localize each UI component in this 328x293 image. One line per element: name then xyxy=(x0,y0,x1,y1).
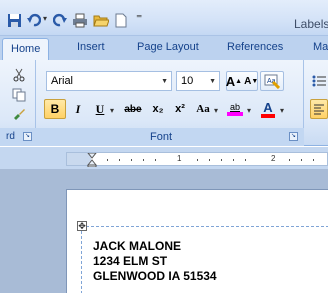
font-color-button[interactable]: A xyxy=(258,99,278,119)
subscript-button[interactable]: x₂ xyxy=(148,99,168,119)
clipboard-label: rd xyxy=(6,131,15,142)
ruler-tick xyxy=(221,159,222,161)
address-block[interactable]: JACK MALONE 1234 ELM ST GLENWOOD IA 5153… xyxy=(93,239,217,284)
horizontal-ruler[interactable]: 1 2 xyxy=(66,152,328,168)
undo-dropdown-icon[interactable]: ▾ xyxy=(43,14,47,23)
clear-formatting-button[interactable]: Aa xyxy=(260,71,284,91)
font-name-value: Arial xyxy=(51,75,74,87)
new-document-icon[interactable] xyxy=(114,12,128,28)
ruler-tick xyxy=(209,159,210,161)
change-case-dropdown-icon[interactable]: ▾ xyxy=(214,106,218,115)
ruler-tick xyxy=(301,159,302,161)
window-title: Labels xyxy=(294,17,328,31)
undo-icon[interactable] xyxy=(27,12,41,28)
document-page[interactable]: ✥ JACK MALONE 1234 ELM ST GLENWOOD IA 51… xyxy=(66,189,328,293)
print-icon[interactable] xyxy=(72,12,88,28)
highlight-color-swatch xyxy=(227,112,243,116)
tab-insert[interactable]: Insert xyxy=(77,41,105,53)
font-size-value: 10 xyxy=(181,75,194,87)
font-name-combo[interactable]: Arial ▼ xyxy=(46,71,172,91)
clipboard-dialog-launcher-icon[interactable]: ↘ xyxy=(23,132,32,141)
ruler-number: 1 xyxy=(177,154,182,163)
label-table-cell[interactable]: ✥ JACK MALONE 1234 ELM ST GLENWOOD IA 51… xyxy=(77,221,328,293)
cut-icon[interactable] xyxy=(10,66,28,84)
font-size-combo[interactable]: 10 ▼ xyxy=(176,71,220,91)
ruler-tick xyxy=(143,159,144,161)
font-color-label: A xyxy=(263,99,273,115)
ribbon-tabs: Home Insert Page Layout References Ma xyxy=(0,36,328,61)
save-icon[interactable] xyxy=(6,12,22,28)
address-line: JACK MALONE xyxy=(93,239,182,253)
ruler-tick xyxy=(313,159,314,161)
font-group-footer: Font ↘ xyxy=(36,128,304,146)
underline-button[interactable]: U xyxy=(90,99,110,119)
ribbon: rd ↘ Arial ▼ 10 ▼ A ▲ A ▼ Aa B I U ▾ abe x… xyxy=(0,60,328,146)
ruler-area: 1 2 xyxy=(0,147,328,169)
chevron-down-icon[interactable]: ▼ xyxy=(209,78,216,85)
italic-button[interactable]: I xyxy=(68,99,88,119)
format-painter-icon[interactable] xyxy=(10,106,28,124)
clipboard-group-label: rd ↘ xyxy=(0,128,36,146)
quick-access-toolbar: ▾ ⁼ Labels xyxy=(0,0,328,36)
tab-page-layout[interactable]: Page Layout xyxy=(137,41,199,53)
ruler-tick xyxy=(245,159,246,161)
ruler-tick xyxy=(233,159,234,161)
table-move-handle-icon[interactable]: ✥ xyxy=(77,221,87,231)
ruler-number: 2 xyxy=(271,154,276,163)
font-group-label: Font xyxy=(149,131,172,143)
grow-arrow-icon: ▲ xyxy=(235,77,243,85)
ruler-tick xyxy=(197,159,198,161)
tab-home[interactable]: Home xyxy=(2,38,50,61)
tab-mailings[interactable]: Ma xyxy=(313,41,328,53)
bullets-icon[interactable] xyxy=(310,71,328,91)
clear-formatting-icon: Aa xyxy=(264,74,280,89)
bold-button[interactable]: B xyxy=(44,99,66,119)
tab-references[interactable]: References xyxy=(227,41,283,53)
font-color-swatch xyxy=(261,113,275,118)
ruler-tick xyxy=(131,159,132,161)
font-dialog-launcher-icon[interactable]: ↘ xyxy=(289,132,298,141)
document-workspace: ✥ JACK MALONE 1234 ELM ST GLENWOOD IA 51… xyxy=(0,169,328,293)
font-group: Arial ▼ 10 ▼ A ▲ A ▼ Aa B I U ▾ abe x₂ x² … xyxy=(36,60,304,146)
shrink-font-button[interactable]: A xyxy=(244,76,251,87)
change-case-button[interactable]: Aa xyxy=(192,99,214,119)
superscript-button[interactable]: x² xyxy=(170,99,190,119)
ruler-tick xyxy=(119,159,120,161)
grow-font-button[interactable]: A xyxy=(226,74,235,89)
font-color-dropdown-icon[interactable]: ▾ xyxy=(280,106,284,115)
customize-toolbar-icon[interactable]: ⁼ xyxy=(136,11,142,25)
ruler-tick xyxy=(107,159,108,161)
ruler-tick xyxy=(155,159,156,161)
indent-marker-icon[interactable] xyxy=(86,152,98,168)
copy-icon[interactable] xyxy=(10,86,28,104)
address-line: 1234 ELM ST xyxy=(93,254,168,268)
address-line: GLENWOOD IA 51534 xyxy=(93,269,217,283)
open-icon[interactable] xyxy=(93,12,109,28)
align-left-icon[interactable] xyxy=(310,99,328,119)
grow-shrink-font-buttons: A ▲ A ▼ xyxy=(226,71,258,91)
underline-dropdown-icon[interactable]: ▾ xyxy=(110,106,114,115)
ruler-tick xyxy=(289,159,290,161)
text-highlight-button[interactable]: ab xyxy=(224,99,246,119)
shrink-arrow-icon: ▼ xyxy=(251,77,259,85)
redo-icon[interactable] xyxy=(53,12,67,28)
strikethrough-button[interactable]: abe xyxy=(120,99,146,119)
chevron-down-icon[interactable]: ▼ xyxy=(161,78,168,85)
highlight-dropdown-icon[interactable]: ▾ xyxy=(247,106,251,115)
highlight-label: ab xyxy=(229,102,240,112)
clipboard-group: rd ↘ xyxy=(0,60,36,146)
